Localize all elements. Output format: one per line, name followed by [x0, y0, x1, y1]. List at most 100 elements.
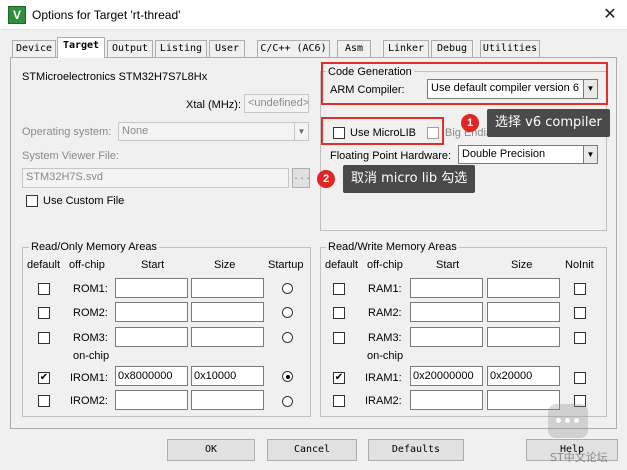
irom1-default-checkbox[interactable]: ✔	[38, 372, 50, 384]
rom-header-startup: Startup	[268, 259, 304, 271]
use-microlib-label: Use MicroLIB	[350, 127, 417, 139]
arm-compiler-dropdown-arrow-icon[interactable]: ▼	[583, 80, 597, 98]
watermark-text: ST中文论坛	[550, 451, 608, 464]
tab-target[interactable]: Target	[57, 37, 105, 58]
ram2-start-input[interactable]	[410, 302, 483, 322]
ram3-size-input[interactable]	[487, 327, 560, 347]
tab-debug[interactable]: Debug	[431, 40, 473, 57]
ram1-start-input[interactable]	[410, 278, 483, 298]
iram1-noinit-checkbox[interactable]	[574, 372, 586, 384]
irom2-size-input[interactable]	[191, 390, 264, 410]
iram1-start-input[interactable]: 0x20000000	[410, 366, 483, 386]
svf-label: System Viewer File:	[22, 150, 119, 162]
rom1-start-input[interactable]	[115, 278, 188, 298]
iram1-label: IRAM1:	[365, 372, 402, 384]
ram3-default-checkbox[interactable]	[333, 332, 345, 344]
ram-onchip-label: on-chip	[367, 350, 404, 362]
iram1-size-input[interactable]: 0x20000	[487, 366, 560, 386]
irom1-size-input[interactable]: 0x10000	[191, 366, 264, 386]
tab-listing[interactable]: Listing	[155, 40, 207, 57]
rom3-label: ROM3:	[73, 332, 108, 344]
os-select-value: None	[122, 125, 149, 137]
device-name: STMicroelectronics STM32H7S7L8Hx	[22, 71, 208, 83]
ram1-noinit-checkbox[interactable]	[574, 283, 586, 295]
iram1-default-checkbox[interactable]: ✔	[333, 372, 345, 384]
os-select[interactable]: None	[118, 122, 309, 141]
iram2-default-checkbox[interactable]	[333, 395, 345, 407]
fp-hardware-value: Double Precision	[462, 148, 546, 160]
irom2-label: IROM2:	[70, 395, 108, 407]
defaults-button[interactable]: Defaults	[368, 439, 464, 461]
rom3-start-input[interactable]	[115, 327, 188, 347]
code-generation-title: Code Generation	[326, 66, 414, 78]
tab-user[interactable]: User	[209, 40, 245, 57]
irom2-start-input[interactable]	[115, 390, 188, 410]
rom-header-offchip: off-chip	[69, 259, 105, 271]
ram2-size-input[interactable]	[487, 302, 560, 322]
iram2-label: IRAM2:	[365, 395, 402, 407]
rom-header-default: default	[27, 259, 61, 271]
xtal-label: Xtal (MHz):	[186, 99, 241, 111]
rom-header-size: Size	[214, 259, 236, 271]
use-custom-file-checkbox[interactable]	[26, 195, 38, 207]
arm-compiler-label: ARM Compiler:	[330, 84, 405, 96]
tab-output[interactable]: Output	[107, 40, 153, 57]
xtal-input[interactable]: <undefined>	[244, 94, 309, 113]
svf-input[interactable]: STM32H7S.svd	[22, 168, 289, 188]
rom1-default-checkbox[interactable]	[38, 283, 50, 295]
ram2-default-checkbox[interactable]	[333, 307, 345, 319]
tab-device[interactable]: Device	[12, 40, 56, 57]
ram3-start-input[interactable]	[410, 327, 483, 347]
cancel-button[interactable]: Cancel	[267, 439, 357, 461]
ram2-noinit-checkbox[interactable]	[574, 307, 586, 319]
rom2-start-input[interactable]	[115, 302, 188, 322]
rom3-startup-radio[interactable]	[282, 332, 293, 343]
rom1-startup-radio[interactable]	[282, 283, 293, 294]
tab-linker[interactable]: Linker	[383, 40, 429, 57]
arm-compiler-select[interactable]: Use default compiler version 6	[427, 79, 598, 99]
irom1-label: IROM1:	[70, 372, 108, 384]
ok-button[interactable]: OK	[167, 439, 255, 461]
rom2-label: ROM2:	[73, 307, 108, 319]
fp-hardware-label: Floating Point Hardware:	[330, 150, 452, 162]
rom3-default-checkbox[interactable]	[38, 332, 50, 344]
ram-header-size: Size	[511, 259, 533, 271]
irom2-startup-radio[interactable]	[282, 396, 293, 407]
tab-cpp-ac6[interactable]: C/C++ (AC6)	[257, 40, 330, 57]
fp-hardware-dropdown-arrow-icon[interactable]: ▼	[583, 146, 597, 163]
svf-browse-button[interactable]: ...	[292, 168, 311, 188]
rom-onchip-label: on-chip	[73, 350, 110, 362]
rom2-startup-radio[interactable]	[282, 307, 293, 318]
ram-header-noinit: NoInit	[565, 259, 594, 271]
annotation-tooltip-2: 取消 micro lib 勾选	[343, 165, 476, 193]
arm-compiler-value: Use default compiler version 6	[431, 82, 579, 94]
tab-asm[interactable]: Asm	[337, 40, 371, 57]
window-title: Options for Target 'rt-thread'	[32, 8, 181, 22]
irom1-start-input[interactable]: 0x8000000	[115, 366, 188, 386]
rom1-size-input[interactable]	[191, 278, 264, 298]
ram1-default-checkbox[interactable]	[333, 283, 345, 295]
ram2-label: RAM2:	[368, 307, 402, 319]
irom1-startup-radio[interactable]	[282, 371, 293, 382]
watermark-chat-icon	[548, 404, 588, 438]
big-endian-checkbox[interactable]	[427, 127, 439, 139]
irom2-default-checkbox[interactable]	[38, 395, 50, 407]
ram-header-default: default	[325, 259, 359, 271]
ram1-label: RAM1:	[368, 283, 402, 295]
os-dropdown-arrow-icon[interactable]: ▼	[294, 123, 308, 140]
annotation-badge-2: 2	[317, 170, 335, 188]
ram-header-start: Start	[436, 259, 460, 271]
tab-utilities[interactable]: Utilities	[480, 40, 540, 57]
rom3-size-input[interactable]	[191, 327, 264, 347]
rom2-default-checkbox[interactable]	[38, 307, 50, 319]
ram-group-title: Read/Write Memory Areas	[326, 241, 459, 253]
fp-hardware-select[interactable]: Double Precision	[458, 145, 598, 164]
use-microlib-checkbox[interactable]	[333, 127, 345, 139]
close-icon[interactable]: ✕	[598, 4, 622, 26]
ram1-size-input[interactable]	[487, 278, 560, 298]
iram2-start-input[interactable]	[410, 390, 483, 410]
annotation-tooltip-1: 选择 v6 compiler	[487, 109, 610, 137]
rom2-size-input[interactable]	[191, 302, 264, 322]
rom-group-title: Read/Only Memory Areas	[29, 241, 159, 253]
ram3-noinit-checkbox[interactable]	[574, 332, 586, 344]
